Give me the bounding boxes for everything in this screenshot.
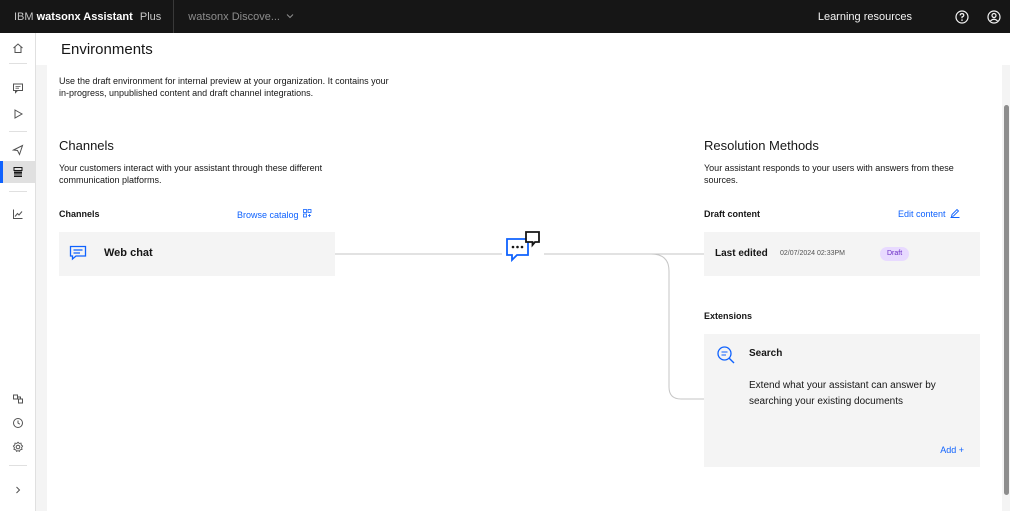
product-brand[interactable]: IBM watsonx Assistant Plus [0, 11, 161, 23]
page-header: Environments [36, 33, 1010, 65]
channels-description: Your customers interact with your assist… [59, 163, 323, 185]
home-icon[interactable] [0, 37, 36, 59]
help-icon[interactable] [946, 0, 978, 33]
nav-divider [9, 63, 27, 64]
nav-divider [9, 465, 27, 466]
catalog-icon [302, 209, 312, 220]
channels-list-label: Channels [59, 209, 100, 219]
nav-divider [9, 131, 27, 132]
expand-nav-chevron-icon[interactable] [0, 479, 36, 501]
scrollbar-thumb[interactable] [1004, 105, 1009, 495]
scrollbar[interactable] [1003, 65, 1010, 511]
topbar-divider [173, 0, 175, 33]
add-search-button[interactable]: Add + [940, 445, 964, 455]
intro-text: Use the draft environment for internal p… [59, 76, 389, 98]
web-chat-icon [69, 245, 87, 266]
brand-ibm: IBM [14, 10, 34, 23]
edit-content-link[interactable]: Edit content [898, 208, 960, 220]
preview-play-icon[interactable] [0, 103, 36, 125]
last-edited-label: Last edited [715, 248, 768, 259]
resolution-description: Your assistant responds to your users wi… [704, 163, 954, 185]
brand-product: watsonx Assistant [36, 10, 133, 23]
browse-catalog-label: Browse catalog [237, 209, 299, 220]
assistant-chat-icon [502, 229, 544, 271]
chevron-down-icon [286, 12, 294, 22]
extensions-label: Extensions [704, 311, 753, 321]
settings-gear-icon[interactable] [0, 436, 36, 458]
top-bar: IBM watsonx Assistant Plus watsonx Disco… [0, 0, 1010, 33]
last-edited-date: 02/07/2024 02:33PM [780, 250, 845, 257]
instance-name: watsonx Discove... [188, 10, 280, 23]
draft-content-label: Draft content [704, 209, 760, 219]
environments-icon[interactable] [0, 161, 36, 183]
edit-content-label: Edit content [898, 209, 946, 219]
brand-plan: Plus [139, 10, 162, 23]
environment-panel: Use the draft environment for internal p… [47, 65, 1002, 511]
page-title: Environments [61, 41, 153, 58]
side-nav [0, 33, 36, 511]
nav-divider [9, 191, 27, 192]
search-icon [716, 345, 736, 370]
search-description: Extend what your assistant can answer by… [749, 380, 936, 407]
publish-send-icon[interactable] [0, 139, 36, 161]
browse-catalog-link[interactable]: Browse catalog [237, 209, 312, 220]
draft-content-tile[interactable]: Last edited 02/07/2024 02:33PM Draft [704, 232, 980, 276]
edit-pencil-icon [950, 208, 960, 220]
integrations-icon[interactable] [0, 388, 36, 410]
resolution-title: Resolution Methods [704, 138, 819, 153]
channel-label: Web chat [104, 247, 153, 259]
user-profile-icon[interactable] [978, 0, 1010, 33]
content-area: Use the draft environment for internal p… [36, 65, 1010, 511]
status-badge: Draft [880, 247, 910, 261]
search-extension-tile[interactable]: Search Extend what your assistant can an… [704, 334, 980, 467]
channel-tile-web-chat[interactable]: Web chat [59, 232, 335, 276]
analytics-icon[interactable] [0, 203, 36, 225]
search-title: Search [749, 348, 783, 359]
learning-resources-link[interactable]: Learning resources [818, 11, 912, 23]
channels-title: Channels [59, 138, 114, 153]
history-clock-icon[interactable] [0, 412, 36, 434]
actions-icon[interactable] [0, 77, 36, 99]
instance-switcher[interactable]: watsonx Discove... [188, 11, 294, 23]
